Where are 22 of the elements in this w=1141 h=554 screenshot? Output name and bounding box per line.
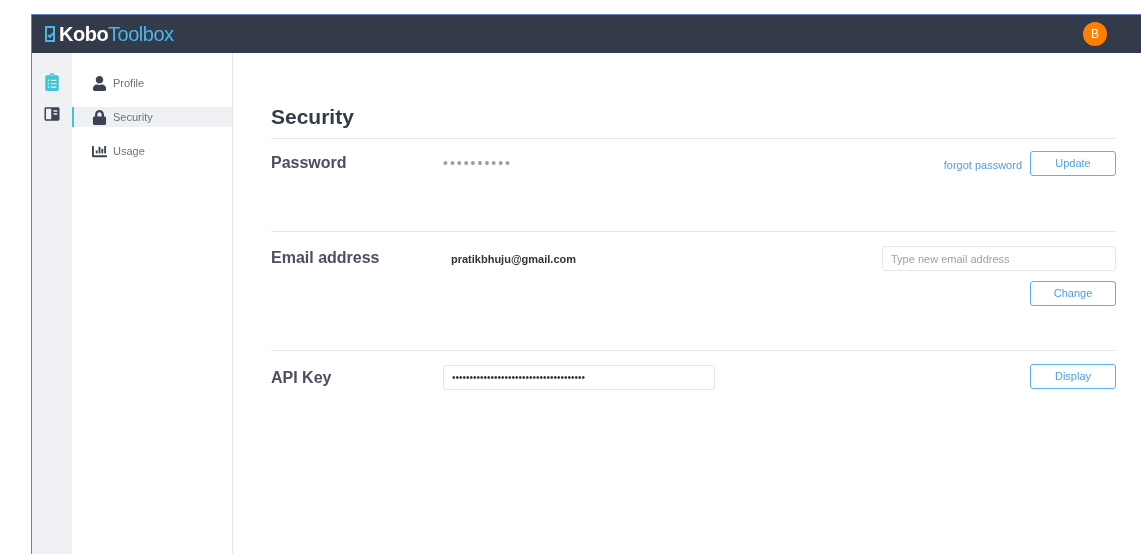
masked-password: •••••••••• [443,154,513,173]
email-value: pratikbhuju@gmail.com [451,252,578,267]
bar-chart-icon [92,143,107,159]
forgot-password-link[interactable]: forgot password [943,151,1022,174]
sidebar-item[interactable]: Profile [72,73,232,93]
page-title: Security [271,104,355,130]
logo-icon [44,26,56,42]
lock-icon [92,109,107,125]
api-key-field[interactable]: •••••••••••••••••••••••••••••••••••••• [443,365,715,390]
section-label: Email address [271,248,381,268]
logo-text: KoboToolbox [59,22,174,47]
section-label: API Key [271,368,333,388]
sidebar-item[interactable]: Security [72,107,232,127]
outline-button[interactable]: Update [1030,151,1116,176]
sidebar-item[interactable]: Usage [72,141,232,161]
email-input[interactable]: Type new email address [882,246,1116,271]
section-label: Password [271,153,348,173]
avatar[interactable]: B [1083,22,1107,46]
person-icon [92,75,107,91]
outline-button[interactable]: Change [1030,281,1116,306]
outline-button[interactable]: Display [1030,364,1116,389]
clipboard-icon[interactable] [44,73,60,91]
